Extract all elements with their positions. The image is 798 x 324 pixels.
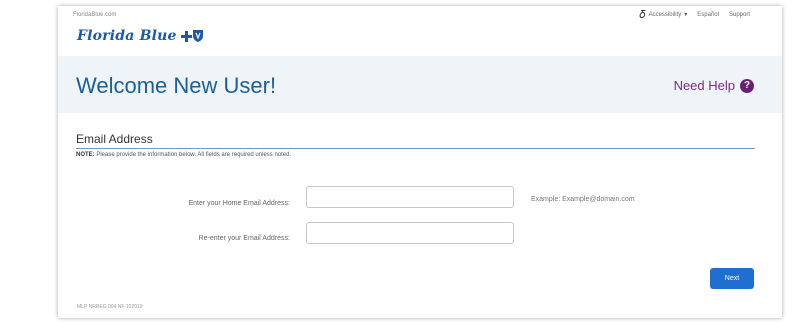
need-help-link[interactable]: Need Help ? xyxy=(674,78,754,93)
section-divider xyxy=(76,148,755,149)
cross-shield-icon xyxy=(180,30,203,42)
email-example: Example: Example@domain.com xyxy=(531,196,635,203)
cross-icon xyxy=(180,30,192,42)
form-code: MLP NRREG 004 NF 102019 xyxy=(77,304,143,310)
home-email-label: Enter your Home Email Address: xyxy=(188,200,290,207)
logo-wordmark: Florida Blue xyxy=(77,28,177,44)
reenter-email-input[interactable] xyxy=(306,222,514,244)
form-note: NOTE: Please provide the information bel… xyxy=(76,152,291,158)
accessibility-icon: 𝛿 xyxy=(639,8,646,21)
language-link[interactable]: Español xyxy=(697,12,719,18)
next-button[interactable]: Next xyxy=(710,268,754,289)
page-title: Welcome New User! xyxy=(76,73,277,98)
note-prefix: NOTE: xyxy=(76,152,95,158)
note-text: Please provide the information below. Al… xyxy=(96,152,292,158)
chevron-down-icon: ▾ xyxy=(684,12,688,18)
accessibility-label: Accessibility xyxy=(648,11,682,18)
question-circle-icon: ? xyxy=(740,78,754,93)
utility-links: 𝛿 Accessibility ▾ Español Support xyxy=(640,9,750,20)
florida-blue-logo[interactable]: Florida Blue xyxy=(77,28,203,44)
page-frame: FloridaBlue.com 𝛿 Accessibility ▾ Españo… xyxy=(58,6,782,318)
reenter-email-label: Re-enter your Email Address: xyxy=(198,235,290,242)
shield-icon xyxy=(192,30,203,42)
section-title: Email Address xyxy=(76,132,153,146)
welcome-banner: Welcome New User! Need Help ? xyxy=(58,56,782,113)
support-link[interactable]: Support xyxy=(729,12,750,18)
need-help-label: Need Help xyxy=(673,78,735,93)
utility-bar: FloridaBlue.com 𝛿 Accessibility ▾ Españo… xyxy=(58,6,782,24)
accessibility-menu[interactable]: 𝛿 Accessibility ▾ xyxy=(640,9,688,20)
home-email-input[interactable] xyxy=(306,186,514,208)
site-domain[interactable]: FloridaBlue.com xyxy=(73,12,116,18)
